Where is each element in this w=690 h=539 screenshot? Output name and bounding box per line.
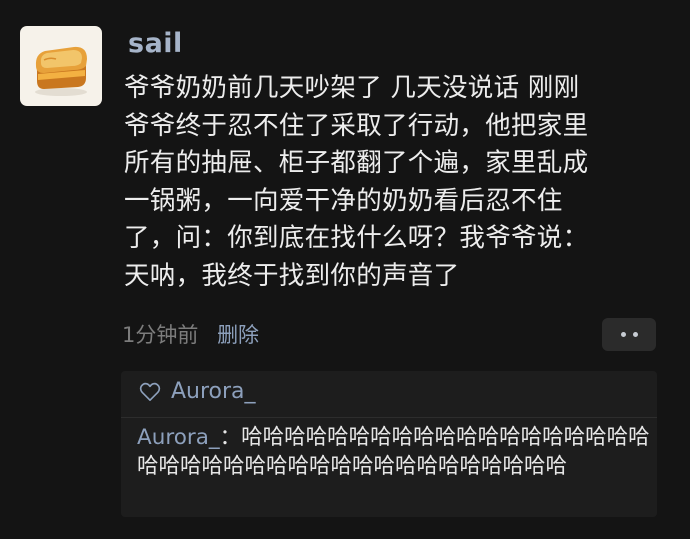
comment-author[interactable]: Aurora_ — [137, 425, 220, 450]
more-dot-icon — [632, 332, 638, 337]
post-meta: 1分钟前 删除 — [122, 319, 259, 349]
likes-row: Aurora_ — [139, 379, 256, 404]
comment-separator: ： — [219, 425, 242, 450]
post-body-text: 爷爷奶奶前几天吵架了 几天没说话 刚刚 爷爷终于忍不住了采取了行动，他把家里 所… — [124, 73, 589, 291]
post-timestamp: 1分钟前 — [122, 323, 199, 347]
comment-item: Aurora_：哈哈哈哈哈哈哈哈哈哈哈哈哈哈哈哈哈哈哈哈哈哈哈哈哈哈哈哈哈哈哈哈… — [137, 423, 653, 481]
comments-panel: Aurora_ Aurora_：哈哈哈哈哈哈哈哈哈哈哈哈哈哈哈哈哈哈哈哈哈哈哈哈… — [121, 371, 657, 517]
toast-sandwich-icon — [35, 46, 87, 96]
avatar[interactable] — [20, 26, 102, 106]
more-dot-icon — [620, 332, 626, 337]
heart-outline-icon[interactable] — [139, 382, 161, 402]
liker-name[interactable]: Aurora_ — [171, 379, 256, 404]
post-username[interactable]: sail — [128, 28, 183, 59]
delete-link[interactable]: 删除 — [217, 323, 259, 347]
more-options-button[interactable] — [602, 318, 656, 351]
divider — [121, 417, 657, 418]
